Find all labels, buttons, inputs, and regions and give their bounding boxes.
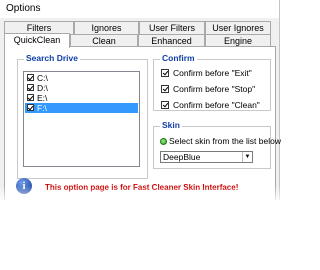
skin-select-value: DeepBlue	[163, 152, 201, 162]
confirm-clean-checkbox[interactable]	[161, 101, 169, 109]
drive-checkbox[interactable]	[27, 74, 34, 81]
list-item[interactable]: E:\	[25, 93, 138, 103]
skin-group: Skin Select skin from the list below Dee…	[153, 120, 281, 169]
list-item[interactable]: C:\	[25, 73, 138, 83]
tab-user-ignores[interactable]: User Ignores	[205, 21, 271, 34]
confirm-stop-checkbox[interactable]	[161, 85, 169, 93]
drive-list[interactable]: C:\ D:\ E:\ F:\	[23, 71, 140, 167]
drive-label: E:\	[37, 93, 48, 103]
skin-select[interactable]: DeepBlue ▼	[160, 151, 253, 163]
confirm-exit-label: Confirm before "Exit"	[173, 68, 252, 78]
tab-user-filters[interactable]: User Filters	[139, 21, 205, 34]
search-drive-title: Search Drive	[24, 53, 80, 63]
confirm-group: Confirm Confirm before "Exit" Confirm be…	[153, 53, 271, 111]
search-drive-group: Search Drive C:\ D:\ E:\ F:\	[17, 53, 148, 179]
drive-checkbox[interactable]	[27, 94, 34, 101]
drive-checkbox[interactable]	[27, 84, 34, 91]
drive-checkbox[interactable]	[27, 104, 34, 111]
list-item[interactable]: F:\	[25, 103, 138, 113]
confirm-clean-label: Confirm before "Clean"	[173, 100, 260, 110]
confirm-exit-checkbox[interactable]	[161, 69, 169, 77]
confirm-title: Confirm	[160, 53, 197, 63]
window-title: Options	[6, 3, 41, 14]
skin-radio-button[interactable]	[160, 138, 167, 145]
skin-title: Skin	[160, 120, 182, 130]
skin-radio-label: Select skin from the list below	[169, 136, 281, 146]
drive-label: D:\	[37, 83, 48, 93]
bottom-fade	[0, 186, 280, 204]
drive-label: F:\	[37, 103, 47, 113]
confirm-stop-label: Confirm before "Stop"	[173, 84, 256, 94]
title-bar[interactable]: Options	[0, 0, 279, 18]
tab-ignores[interactable]: Ignores	[74, 21, 139, 34]
chevron-down-icon[interactable]: ▼	[242, 152, 252, 162]
drive-label: C:\	[37, 73, 48, 83]
options-window: Options Filters Ignores User Filters Use…	[0, 0, 281, 200]
tab-quickclean[interactable]: QuickClean	[4, 33, 70, 48]
quickclean-panel: Search Drive C:\ D:\ E:\ F:\ Confirm Con…	[4, 46, 281, 200]
list-item[interactable]: D:\	[25, 83, 138, 93]
